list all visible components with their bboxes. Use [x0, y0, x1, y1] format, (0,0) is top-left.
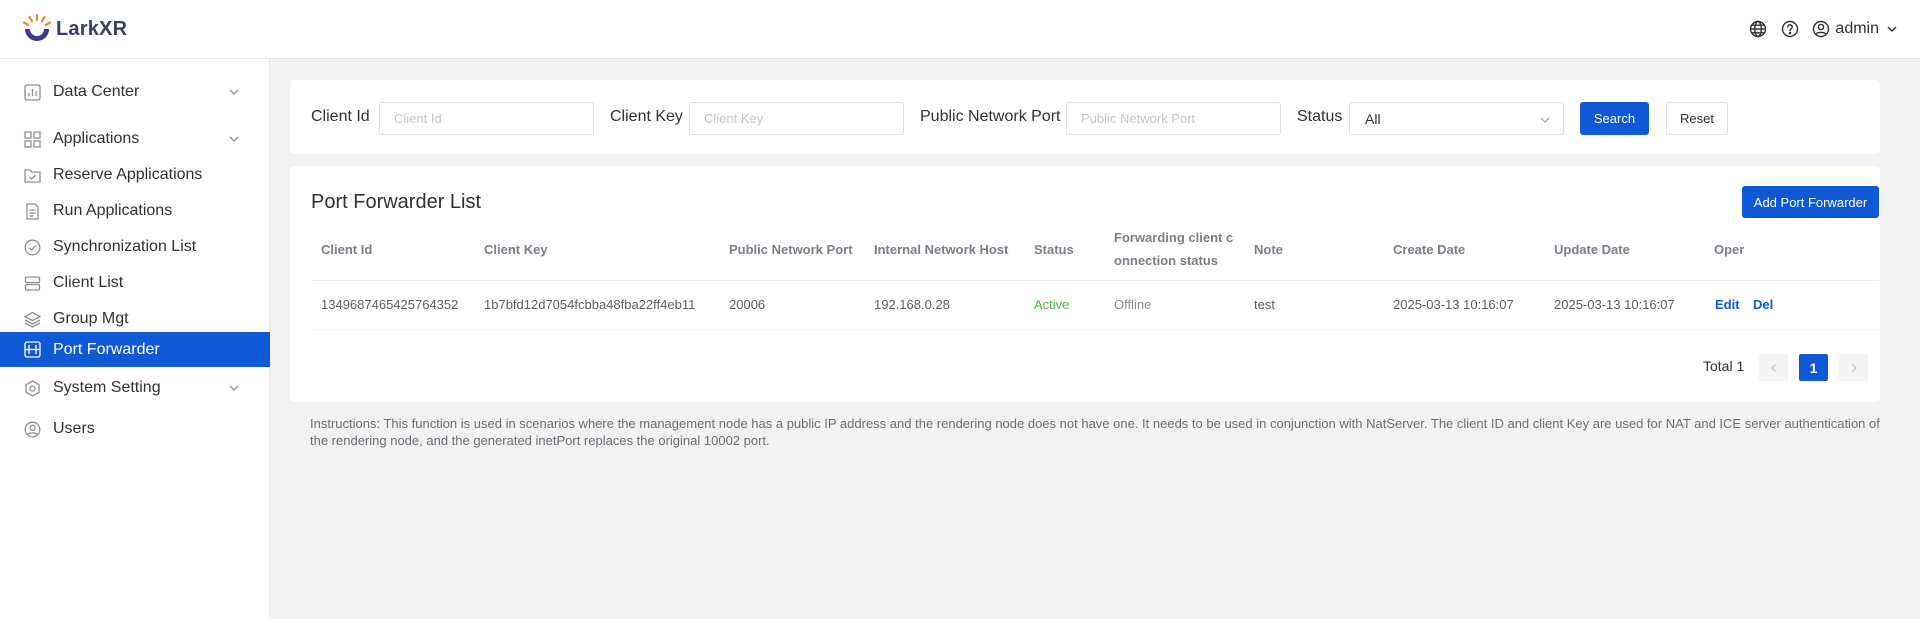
column-header-status[interactable]: Status [1034, 238, 1074, 261]
sidebar: Data Center Applications Reserve Applica… [0, 59, 270, 619]
top-header: LarkXR admin [0, 0, 1920, 59]
cell-client-id: 1349687465425764352 [321, 297, 459, 312]
instructions-text: Instructions: This function is used in s… [310, 416, 1880, 448]
sidebar-item-label: Client List [53, 274, 124, 291]
delete-link[interactable]: Del [1753, 297, 1773, 312]
column-header-public-port[interactable]: Public Network Port [729, 238, 853, 261]
client-id-label: Client Id [311, 108, 370, 125]
port-icon [22, 340, 42, 360]
sidebar-item-client-list[interactable]: Client List [0, 265, 270, 301]
user-circle-icon [22, 419, 42, 439]
column-header-note[interactable]: Note [1254, 238, 1283, 261]
column-header-fwd-status-line2[interactable]: onnection status [1114, 249, 1218, 272]
next-page-button[interactable] [1839, 354, 1868, 381]
sidebar-item-label: Group Mgt [53, 310, 129, 327]
sidebar-item-label: Run Applications [53, 202, 173, 219]
user-name: admin [1835, 20, 1879, 37]
cell-internal-host: 192.168.0.28 [874, 297, 950, 312]
gear-icon [22, 378, 42, 398]
cell-create-date: 2025-03-13 10:16:07 [1393, 297, 1514, 312]
column-header-client-key[interactable]: Client Key [484, 238, 548, 261]
client-key-input[interactable] [689, 102, 904, 135]
sidebar-item-port-forwarder[interactable]: Port Forwarder [0, 332, 270, 367]
app-logo[interactable]: LarkXR [0, 12, 127, 46]
sidebar-item-run-applications[interactable]: Run Applications [0, 193, 270, 229]
status-select-value: All [1365, 110, 1381, 127]
pagination-total: Total 1 [1703, 358, 1745, 374]
cell-public-port: 20006 [729, 297, 766, 312]
user-icon [1813, 20, 1830, 38]
cell-status-badge: Active [1034, 297, 1070, 312]
column-header-create-date[interactable]: Create Date [1393, 238, 1465, 261]
cell-note: test [1254, 297, 1275, 312]
client-key-label: Client Key [610, 108, 683, 125]
globe-icon[interactable] [1748, 19, 1768, 39]
column-header-internal-host[interactable]: Internal Network Host [874, 238, 1008, 261]
sidebar-item-applications[interactable]: Applications [0, 115, 270, 163]
reset-button[interactable]: Reset [1666, 102, 1728, 135]
chart-icon [22, 82, 42, 102]
larkxr-logo-icon [22, 13, 52, 41]
column-header-oper: Oper [1714, 242, 1745, 257]
cell-client-key: 1b7bfd12d7054fcbba48fba22ff4eb11 [484, 297, 696, 312]
status-select[interactable]: All [1349, 102, 1564, 135]
sidebar-item-data-center[interactable]: Data Center [0, 68, 270, 116]
column-header-fwd-status-line1[interactable]: Forwarding client c [1114, 226, 1233, 249]
public-port-input[interactable] [1066, 102, 1281, 135]
document-icon [22, 201, 42, 221]
chevron-down-icon [229, 89, 239, 95]
public-port-label: Public Network Port [920, 108, 1061, 125]
add-port-forwarder-button[interactable]: Add Port Forwarder [1742, 186, 1879, 218]
sidebar-item-label: Port Forwarder [53, 340, 160, 358]
app-name: LarkXR [56, 17, 128, 40]
chevron-down-icon [1540, 117, 1550, 123]
table-header-divider [311, 280, 1879, 281]
sidebar-item-system-setting[interactable]: System Setting [0, 366, 270, 410]
server-icon [22, 273, 42, 293]
user-menu[interactable]: admin [1812, 20, 1898, 38]
sidebar-item-label: System Setting [53, 379, 161, 396]
port-forwarder-list-panel [290, 166, 1880, 402]
chevron-down-icon [229, 136, 239, 142]
chevron-down-icon [229, 385, 239, 391]
column-header-client-id[interactable]: Client Id [321, 238, 372, 261]
sidebar-item-reserve-applications[interactable]: Reserve Applications [0, 157, 270, 193]
sidebar-item-label: Data Center [53, 83, 140, 100]
sidebar-item-label: Synchronization List [53, 238, 197, 255]
cell-update-date: 2025-03-13 10:16:07 [1554, 297, 1675, 312]
sidebar-item-synchronization-list[interactable]: Synchronization List [0, 229, 270, 265]
cell-fwd-status: Offline [1114, 297, 1152, 312]
search-button[interactable]: Search [1580, 102, 1649, 135]
status-label: Status [1297, 108, 1343, 125]
chevron-down-icon [1887, 26, 1897, 32]
sidebar-item-label: Users [53, 420, 95, 437]
column-header-update-date[interactable]: Update Date [1554, 238, 1630, 261]
chevron-right-icon [1851, 363, 1857, 372]
chevron-left-icon [1770, 363, 1776, 372]
layers-icon [22, 309, 42, 329]
sidebar-item-users[interactable]: Users [0, 409, 270, 449]
list-title: Port Forwarder List [311, 191, 482, 213]
header-actions: admin [1748, 19, 1920, 39]
help-icon[interactable] [1780, 19, 1800, 39]
folder-check-icon [22, 165, 42, 185]
check-circle-icon [22, 237, 42, 257]
page-number-current[interactable]: 1 [1799, 354, 1828, 381]
prev-page-button[interactable] [1759, 354, 1788, 381]
table-row-divider [311, 329, 1879, 330]
grid-icon [22, 129, 42, 149]
edit-link[interactable]: Edit [1715, 297, 1740, 312]
sidebar-item-label: Applications [53, 130, 140, 147]
sidebar-item-label: Reserve Applications [53, 166, 203, 183]
client-id-input[interactable] [379, 102, 594, 135]
